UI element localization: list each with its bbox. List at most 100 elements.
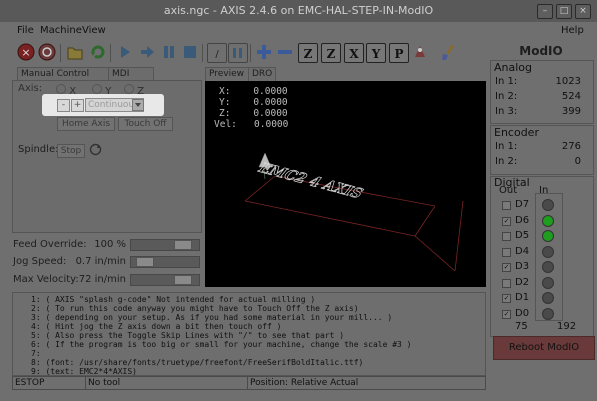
digital-out-checkbox[interactable] xyxy=(502,201,511,210)
open-file-icon[interactable] xyxy=(66,43,84,61)
gcode-line: 1: ( AXIS "splash g-code" Not intended f… xyxy=(31,295,316,304)
digital-out-checkbox[interactable] xyxy=(502,232,511,241)
digital-in-led xyxy=(542,292,554,304)
block-delete-icon[interactable]: / xyxy=(207,43,227,63)
analog-value: 524 xyxy=(561,91,581,102)
zoom-in-icon[interactable] xyxy=(255,43,273,61)
override-slider[interactable] xyxy=(130,256,200,268)
reload-icon[interactable] xyxy=(89,43,107,61)
encoder-value: 276 xyxy=(561,141,581,152)
digital-channel-label: D6 xyxy=(515,214,530,226)
stop-icon[interactable] xyxy=(181,43,199,61)
override-slider-knob[interactable] xyxy=(136,257,154,267)
power-icon[interactable] xyxy=(38,43,56,61)
close-button[interactable]: × xyxy=(575,4,591,19)
preview-canvas[interactable]: X: 0.0000 Y: 0.0000 Z: 0.0000 Vel: 0.000… xyxy=(205,81,486,287)
override-slider[interactable] xyxy=(130,239,200,251)
encoder-group: Encoder In 1: 276 In 2: 0 xyxy=(490,125,594,175)
override-value: 100 % xyxy=(94,239,126,250)
tab-manual-control[interactable]: Manual Control [F3] xyxy=(17,67,113,92)
pause-icon[interactable] xyxy=(160,43,178,61)
digital-channel-label: D0 xyxy=(515,307,530,319)
digital-out-checkbox[interactable]: ✓ xyxy=(502,294,511,303)
view-x-icon[interactable]: X xyxy=(344,43,364,63)
rotate-icon[interactable] xyxy=(411,43,429,61)
menu-help[interactable]: Help xyxy=(561,25,584,36)
run-icon[interactable] xyxy=(116,43,134,61)
optional-stop-icon[interactable] xyxy=(228,43,248,63)
svg-text:X: X xyxy=(349,47,359,61)
digital-channel-label: D4 xyxy=(515,245,530,257)
zoom-out-icon[interactable] xyxy=(276,43,294,61)
status-bar: ESTOP No tool Position: Relative Actual xyxy=(12,376,486,390)
spindle-stop-button[interactable]: Stop xyxy=(57,144,85,158)
axis-window: axis.ngc - AXIS 2.4.6 on EMC-HAL-STEP-IN… xyxy=(0,0,597,401)
analog-value: 399 xyxy=(561,106,581,117)
tab-dro[interactable]: DRO xyxy=(248,67,276,81)
digital-channel-label: D2 xyxy=(515,276,530,288)
analog-label: In 1: xyxy=(495,76,518,87)
svg-text:Y: Y xyxy=(371,47,381,61)
svg-text:P: P xyxy=(394,47,403,61)
svg-text:Z: Z xyxy=(327,47,336,61)
digital-out-checkbox[interactable] xyxy=(502,247,511,257)
window-title: axis.ngc - AXIS 2.4.6 on EMC-HAL-STEP-IN… xyxy=(163,4,434,17)
menu-bar: File Machine View Help xyxy=(0,22,597,39)
digital-channel-label: D5 xyxy=(515,230,530,241)
digital-in-led xyxy=(542,276,554,289)
chevron-down-icon[interactable] xyxy=(132,99,144,111)
analog-value: 1023 xyxy=(555,76,581,87)
step-icon[interactable] xyxy=(138,43,156,61)
gcode-line: 8: (font: /usr/share/fonts/truetype/free… xyxy=(31,358,364,367)
home-axis-button[interactable]: Home Axis xyxy=(57,117,115,131)
menu-file[interactable]: File xyxy=(17,25,34,36)
maximize-button[interactable]: □ xyxy=(556,4,572,19)
digital-in-led xyxy=(542,261,554,273)
status-tool: No tool xyxy=(86,377,248,389)
digital-in-total: 192 xyxy=(557,321,577,332)
modio-panel: ModIO Analog In 1: 1023 In 2: 524 In 3: 39… xyxy=(490,40,594,340)
status-position: Position: Relative Actual xyxy=(250,378,359,388)
touch-off-button[interactable]: Touch Off xyxy=(118,117,173,131)
axis-label: Axis: xyxy=(18,83,43,94)
tab-mdi[interactable]: MDI [F5] xyxy=(108,67,154,92)
view-z2-icon[interactable]: Z xyxy=(321,43,341,63)
jog-minus-button[interactable]: - xyxy=(57,99,70,112)
menu-machine[interactable]: Machine xyxy=(40,25,82,36)
gcode-line: 7: xyxy=(31,349,41,358)
digital-group: Digital Out In D7 ✓ D6 D5 D4 ✓ D3 D2 ✓ D… xyxy=(490,176,594,337)
override-label: Jog Speed: xyxy=(13,256,67,267)
digital-out-checkbox[interactable]: ✓ xyxy=(502,216,511,226)
gcode-line: 6: ( If the program is too big or small … xyxy=(31,340,412,349)
digital-out-checkbox[interactable] xyxy=(502,278,511,288)
menu-view[interactable]: View xyxy=(82,25,106,36)
status-estop: ESTOP xyxy=(13,377,86,389)
gcode-listing[interactable]: 1: ( AXIS "splash g-code" Not intended f… xyxy=(12,292,486,376)
override-slider[interactable] xyxy=(130,274,200,286)
digital-channel-label: D1 xyxy=(515,292,530,303)
override-slider-knob[interactable] xyxy=(174,240,192,250)
digital-out-label: Out xyxy=(499,185,518,196)
view-z-icon[interactable]: Z xyxy=(298,43,318,63)
toolpath-plot: EMC2 4 AXIS xyxy=(244,152,464,272)
override-value: 0.7 in/min xyxy=(75,256,126,267)
plot-text: EMC2 4 AXIS xyxy=(255,160,365,201)
tab-preview[interactable]: Preview xyxy=(205,67,253,81)
title-bar: axis.ngc - AXIS 2.4.6 on EMC-HAL-STEP-IN… xyxy=(0,0,597,22)
encoder-label: In 1: xyxy=(495,141,518,152)
spindle-cw-icon[interactable] xyxy=(89,143,102,156)
digital-in-led xyxy=(542,245,554,258)
override-slider-knob[interactable] xyxy=(174,275,192,285)
analog-label: In 2: xyxy=(495,91,518,102)
spindle-label: Spindle: xyxy=(18,144,59,155)
analog-title: Analog xyxy=(494,61,533,74)
jog-plus-button[interactable]: + xyxy=(71,99,84,112)
digital-out-checkbox[interactable]: ✓ xyxy=(502,309,511,319)
digital-out-checkbox[interactable]: ✓ xyxy=(502,263,511,272)
clear-plot-icon[interactable] xyxy=(440,43,458,61)
estop-icon[interactable]: × xyxy=(17,43,35,61)
reboot-modio-button[interactable]: Reboot ModIO xyxy=(493,336,595,360)
minimize-button[interactable]: – xyxy=(537,4,553,19)
view-y-icon[interactable]: Y xyxy=(366,43,386,63)
view-p-icon[interactable]: P xyxy=(389,43,409,63)
